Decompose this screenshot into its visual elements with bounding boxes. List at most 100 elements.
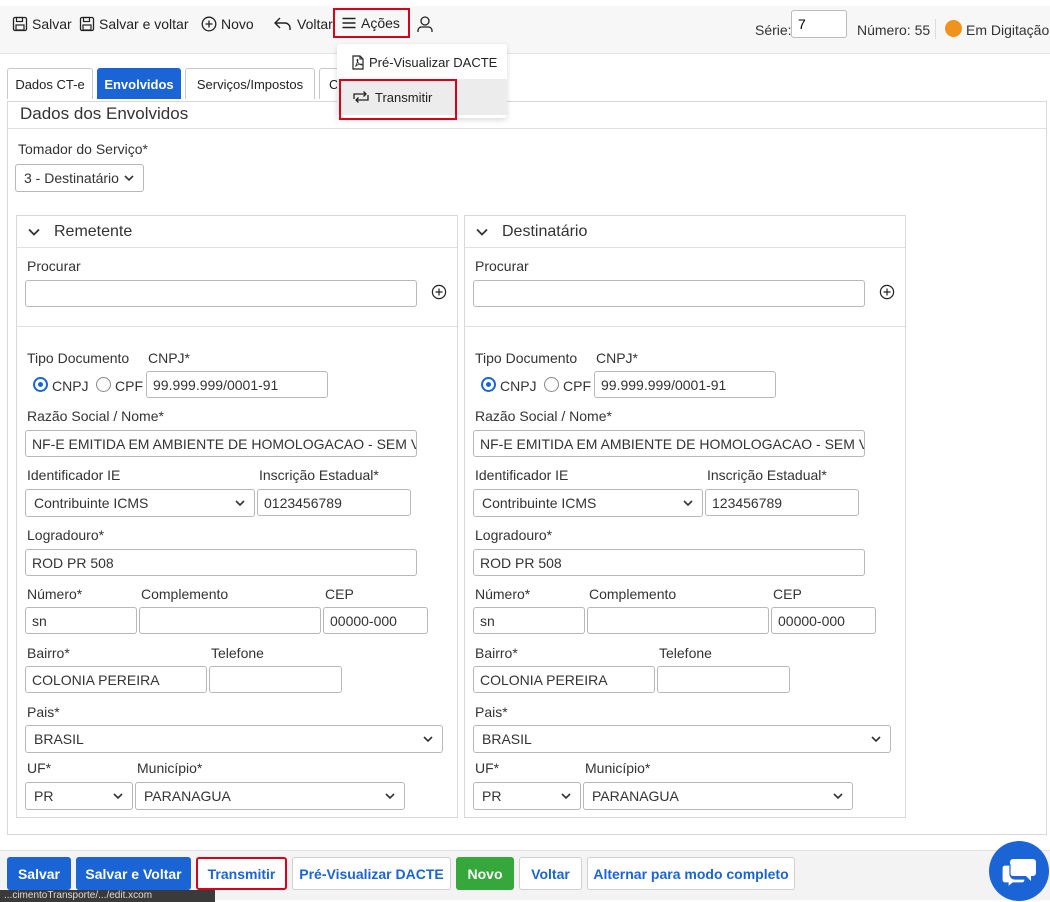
bottom-novo-button[interactable]: Novo (456, 857, 514, 890)
remetente-identificador-ie-select[interactable]: Contribuinte ICMS (25, 489, 255, 517)
chevron-down-icon (476, 228, 488, 236)
remetente-section: Remetente Procurar Tipo Documento CNPJ* … (16, 215, 458, 818)
destinatario-pais-select[interactable]: BRASIL (473, 725, 891, 753)
destinatario-inscricao-estadual-input[interactable]: 123456789 (705, 489, 859, 516)
tab-envolvidos[interactable]: Envolvidos (97, 68, 181, 99)
salvar-voltar-button[interactable]: Salvar e voltar (79, 12, 188, 36)
cnpj-field-label: CNPJ* (148, 350, 191, 366)
complemento-label: Complemento (141, 586, 229, 602)
destinatario-municipio-select[interactable]: PARANAGUA (583, 782, 853, 810)
procurar-label: Procurar (475, 258, 529, 274)
bottom-salvar-voltar-button[interactable]: Salvar e Voltar (76, 857, 191, 890)
cnpj-field-label: CNPJ* (596, 350, 639, 366)
tipo-documento-label: Tipo Documento (475, 350, 578, 366)
pais-value: BRASIL (482, 731, 532, 747)
remetente-numero-input[interactable]: sn (25, 607, 137, 634)
repeat-arrows-icon (353, 91, 369, 103)
bottom-voltar-label: Voltar (531, 865, 570, 882)
remetente-pais-select[interactable]: BRASIL (25, 725, 443, 753)
tab-servicos-impostos[interactable]: Serviços/Impostos (185, 68, 315, 99)
municipio-value: PARANAGUA (592, 788, 679, 804)
complemento-label: Complemento (589, 586, 677, 602)
remetente-telefone-input[interactable] (209, 666, 342, 693)
chat-button[interactable] (989, 841, 1049, 901)
cnpj-radio-label: CNPJ (500, 378, 537, 394)
hamburger-menu-icon (342, 17, 356, 29)
menu-item-pre-visualizar[interactable]: Pré-Visualizar DACTE (337, 44, 507, 80)
remetente-title: Remetente (54, 223, 133, 240)
destinatario-header[interactable]: Destinatário (465, 216, 905, 248)
destinatario-razao-social-input[interactable]: NF-E EMITIDA EM AMBIENTE DE HOMOLOGACAO … (473, 430, 865, 457)
bottom-alternar-label: Alternar para modo completo (593, 865, 789, 882)
novo-button[interactable]: Novo (201, 12, 254, 36)
destinatario-logradouro-input[interactable]: ROD PR 508 (473, 549, 865, 576)
bottom-salvar-button[interactable]: Salvar (7, 857, 71, 890)
destinatario-title: Destinatário (502, 223, 588, 240)
destinatario-identificador-ie-select[interactable]: Contribuinte ICMS (473, 489, 703, 517)
remetente-bairro-input[interactable]: COLONIA PEREIRA (25, 666, 207, 693)
bottom-salvar-label: Salvar (17, 865, 61, 882)
remetente-cpf-radio[interactable] (96, 377, 111, 392)
destinatario-cnpj-radio[interactable] (481, 377, 496, 392)
chevron-down-icon (28, 228, 40, 236)
remetente-cnpj-input[interactable]: 99.999.999/0001-91 (146, 371, 328, 398)
destinatario-numero-input[interactable]: sn (473, 607, 585, 634)
serie-input[interactable] (791, 10, 847, 38)
logradouro-label: Logradouro* (27, 527, 105, 543)
cep-label: CEP (325, 586, 354, 602)
bottom-voltar-button[interactable]: Voltar (519, 857, 582, 890)
user-button[interactable] (416, 12, 434, 36)
remetente-header[interactable]: Remetente (17, 216, 457, 248)
bottom-preview-button[interactable]: Pré-Visualizar DACTE (292, 857, 451, 890)
destinatario-bairro-input[interactable]: COLONIA PEREIRA (473, 666, 655, 693)
remetente-cep-input[interactable]: 00000-000 (323, 607, 428, 634)
pais-value: BRASIL (34, 731, 84, 747)
municipio-value: PARANAGUA (144, 788, 231, 804)
tomador-select[interactable]: 3 - Destinatário (15, 164, 144, 192)
remetente-procurar-input[interactable] (25, 280, 417, 307)
menu-preview-label: Pré-Visualizar DACTE (369, 54, 498, 70)
destinatario-uf-select[interactable]: PR (473, 782, 581, 810)
salvar-voltar-label: Salvar e voltar (99, 16, 189, 32)
remetente-logradouro-input[interactable]: ROD PR 508 (25, 549, 417, 576)
destinatario-procurar-input[interactable] (473, 280, 865, 307)
tab-dados-cte[interactable]: Dados CT-e (7, 68, 93, 99)
chevron-down-icon (113, 793, 123, 800)
destinatario-telefone-input[interactable] (657, 666, 790, 693)
pais-label: Pais* (475, 704, 508, 720)
destinatario-cpf-radio[interactable] (544, 377, 559, 392)
remetente-complemento-input[interactable] (139, 607, 321, 634)
bairro-label: Bairro* (27, 645, 70, 661)
section-divider (17, 326, 457, 327)
remetente-uf-select[interactable]: PR (25, 782, 133, 810)
acoes-menu-button[interactable]: Ações (333, 8, 410, 38)
voltar-button[interactable]: Voltar (273, 12, 333, 36)
numero-label: Número: 55 (857, 22, 931, 38)
add-circle-icon[interactable] (431, 284, 447, 300)
chevron-down-icon (423, 736, 433, 743)
destinatario-cnpj-input[interactable]: 99.999.999/0001-91 (594, 371, 776, 398)
chevron-down-icon (833, 793, 843, 800)
add-circle-icon[interactable] (879, 284, 895, 300)
uf-value: PR (34, 788, 54, 804)
remetente-razao-social-input[interactable]: NF-E EMITIDA EM AMBIENTE DE HOMOLOGACAO … (25, 430, 417, 457)
destinatario-cep-input[interactable]: 00000-000 (771, 607, 876, 634)
salvar-button[interactable]: Salvar (12, 12, 72, 36)
remetente-cnpj-radio[interactable] (33, 377, 48, 392)
identificador-ie-label: Identificador IE (475, 467, 569, 483)
municipio-label: Município* (137, 760, 203, 776)
chevron-down-icon (561, 793, 571, 800)
cpf-radio-label: CPF (115, 378, 143, 394)
bottom-alternar-button[interactable]: Alternar para modo completo (587, 857, 795, 890)
chat-icon (1001, 859, 1036, 887)
tipo-documento-label: Tipo Documento (27, 350, 130, 366)
bottom-transmitir-label: Transmitir (207, 865, 276, 882)
remetente-inscricao-estadual-input[interactable]: 0123456789 (257, 489, 411, 516)
tab-dados-cte-label: Dados CT-e (15, 76, 85, 92)
bottom-transmitir-button[interactable]: Transmitir (196, 857, 287, 890)
remetente-municipio-select[interactable]: PARANAGUA (135, 782, 405, 810)
menu-item-transmitir[interactable]: Transmitir (337, 79, 507, 115)
uf-label: UF* (475, 760, 500, 776)
section-divider (465, 326, 905, 327)
destinatario-complemento-input[interactable] (587, 607, 769, 634)
